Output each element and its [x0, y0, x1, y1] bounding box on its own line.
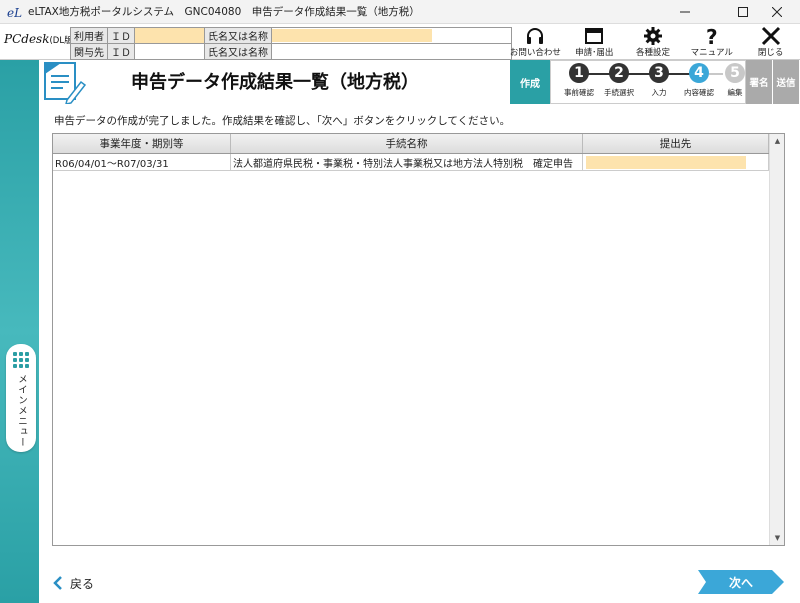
main-menu-label: メインメニュー [16, 374, 27, 448]
table-vertical-scrollbar[interactable]: ▲ ▼ [769, 134, 784, 545]
column-header-procedure[interactable]: 手続名称 [231, 134, 583, 153]
user-id-label: ＩＤ [107, 27, 135, 44]
window-icon [585, 28, 604, 44]
svg-text:eL: eL [7, 6, 22, 20]
back-label: 戻る [70, 576, 95, 591]
step-4: 4 内容確認 [679, 63, 719, 98]
close-app-button[interactable]: 閉じる [741, 24, 800, 60]
step-2: 2 手続選択 [599, 63, 639, 98]
application-label: 申請･届出 [575, 48, 614, 58]
contact-label: お問い合わせ [509, 48, 561, 58]
result-table: 事業年度・期別等 手続名称 提出先 R06/04/01～R07/03/31 法人… [52, 133, 785, 546]
next-label: 次へ [728, 575, 753, 590]
progress-stepper: 作成 1 事前確認 2 手続選択 3 入力 4 内容確認 5 編集 署名 送信 [510, 60, 800, 104]
cell-procedure: 法人都道府県民税・事業税・特別法人事業税又は地方法人特別税 確定申告 [231, 154, 583, 170]
settings-label: 各種設定 [635, 48, 670, 58]
related-name-label: 氏名又は名称 [204, 43, 272, 60]
window-title: eLTAX地方税ポータルシステム GNC04080 申告データ作成結果一覧（地方… [28, 6, 420, 18]
logo-text: PCdesk [4, 32, 50, 46]
step-2-label: 手続選択 [604, 88, 634, 97]
document-edit-icon [44, 62, 87, 104]
related-id-value [134, 43, 205, 60]
manual-label: マニュアル [690, 48, 733, 58]
cell-destination [583, 154, 769, 170]
manual-button[interactable]: ? マニュアル [682, 24, 741, 60]
left-sidebar: メインメニュー [0, 60, 39, 603]
step-1: 1 事前確認 [559, 63, 599, 98]
user-name-label: 氏名又は名称 [204, 27, 272, 44]
application-button[interactable]: 申請･届出 [565, 24, 624, 60]
masked-destination [586, 155, 746, 169]
window-close-icon [772, 7, 782, 17]
main-menu-button[interactable]: メインメニュー [6, 344, 36, 452]
next-button[interactable]: 次へ [698, 570, 784, 594]
step-3-label: 入力 [651, 88, 667, 97]
contact-button[interactable]: お問い合わせ [506, 24, 565, 60]
step-4-number: 4 [689, 63, 709, 83]
svg-text:?: ? [706, 26, 718, 46]
step-3: 3 入力 [639, 63, 679, 98]
question-icon: ? [706, 26, 718, 46]
step-3-number: 3 [649, 63, 669, 83]
column-header-destination[interactable]: 提出先 [583, 134, 769, 153]
header-toolbar: お問い合わせ 申請･届出 各種設定 ? マニュアル 閉じる [506, 24, 800, 60]
step-5-number: 5 [725, 63, 745, 83]
column-header-period[interactable]: 事業年度・期別等 [53, 134, 231, 153]
related-id-label: ＩＤ [107, 43, 135, 60]
app-header: PCdesk(DL版) 利用者 ＩＤ 氏名又は名称 関与先 ＩＤ 氏名又は名称 … [0, 24, 800, 60]
scroll-down-icon[interactable]: ▼ [770, 531, 785, 545]
user-id-value [134, 27, 205, 44]
table-row[interactable]: R06/04/01～R07/03/31 法人都道府県民税・事業税・特別法人事業税… [53, 154, 769, 171]
close-icon [761, 26, 780, 46]
minimize-icon [680, 11, 690, 13]
stepper-tab-send: 送信 [773, 60, 799, 104]
scroll-up-icon[interactable]: ▲ [770, 134, 785, 148]
window-close-button[interactable] [754, 0, 800, 24]
step-1-label: 事前確認 [564, 88, 594, 97]
page-title: 申告データ作成結果一覧（地方税） [131, 72, 419, 93]
stepper-tab-create: 作成 [510, 60, 550, 104]
page-header: 申告データ作成結果一覧（地方税） 作成 1 事前確認 2 手続選択 3 入力 4… [39, 60, 800, 104]
grid-menu-icon [13, 352, 29, 368]
settings-button[interactable]: 各種設定 [624, 24, 683, 60]
instruction-message: 申告データの作成が完了しました。作成結果を確認し、「次へ」ボタンをクリックしてく… [54, 115, 511, 127]
back-button[interactable]: 戻る [52, 572, 94, 594]
close-app-label: 閉じる [757, 48, 784, 58]
step-1-number: 1 [569, 63, 589, 83]
stepper-steps: 1 事前確認 2 手続選択 3 入力 4 内容確認 5 編集 [550, 60, 746, 104]
gear-icon [643, 27, 662, 45]
step-2-number: 2 [609, 63, 629, 83]
user-label: 利用者 [70, 27, 108, 44]
step-4-label: 内容確認 [684, 88, 714, 97]
pcdesk-logo: PCdesk(DL版) [4, 32, 76, 52]
minimize-button[interactable] [662, 0, 708, 24]
chevron-left-icon [53, 576, 62, 590]
step-5-label: 編集 [727, 88, 743, 97]
maximize-icon [738, 7, 748, 17]
stepper-tab-sign: 署名 [746, 60, 772, 104]
window-title-bar: eL eLTAX地方税ポータルシステム GNC04080 申告データ作成結果一覧… [0, 0, 800, 24]
headset-icon [527, 28, 544, 44]
cell-period: R06/04/01～R07/03/31 [53, 154, 231, 170]
related-label: 関与先 [70, 43, 108, 60]
related-name-value [271, 43, 512, 60]
eltax-app-icon: eL [7, 6, 22, 20]
user-name-value [271, 27, 512, 44]
user-info-table: 利用者 ＩＤ 氏名又は名称 関与先 ＩＤ 氏名又は名称 [70, 27, 512, 60]
table-header: 事業年度・期別等 手続名称 提出先 [53, 134, 769, 154]
